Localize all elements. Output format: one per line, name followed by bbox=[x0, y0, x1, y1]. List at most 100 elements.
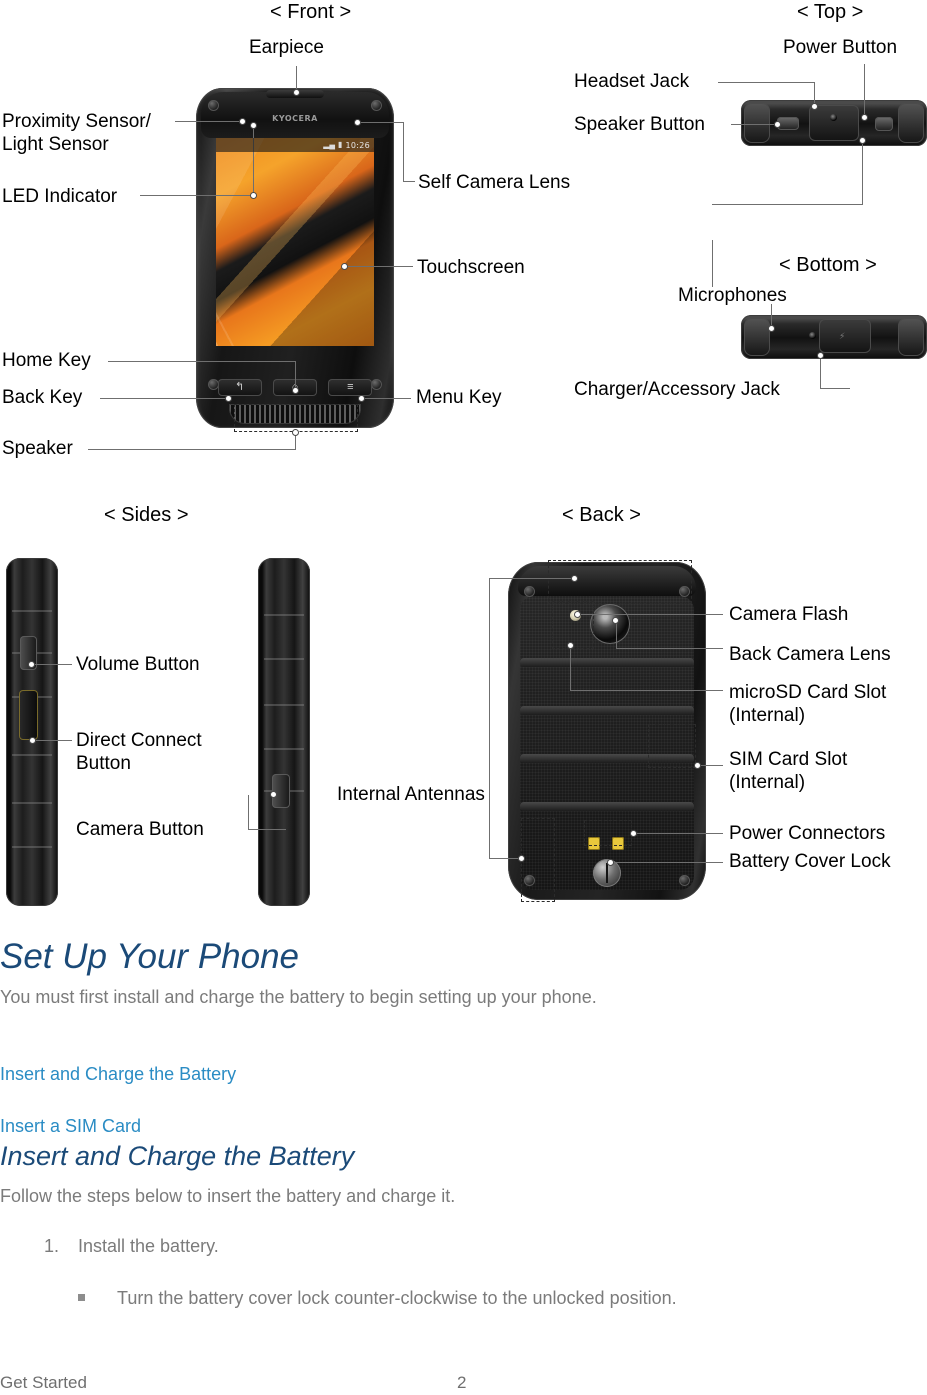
proximity-point bbox=[239, 118, 246, 125]
top-view-title: < Top > bbox=[797, 1, 864, 23]
direct-connect-point bbox=[29, 737, 36, 744]
speaker-button-point bbox=[774, 121, 781, 128]
headset-jack-plate bbox=[809, 105, 859, 141]
earpiece-point bbox=[293, 89, 300, 96]
right-side-rib-4 bbox=[264, 748, 304, 750]
antenna-point-top bbox=[571, 575, 578, 582]
homekey-leader-v bbox=[295, 361, 296, 390]
label-headset-jack: Headset Jack bbox=[574, 71, 690, 92]
screw-top-left bbox=[208, 100, 219, 111]
menu-lines-icon: ≡ bbox=[347, 380, 354, 393]
selfcam-leader-h2 bbox=[403, 181, 415, 182]
selfcam-leader-v bbox=[403, 122, 404, 181]
power-connectors-box bbox=[584, 820, 632, 846]
label-sim-card-slot: SIM Card Slot (Internal) bbox=[729, 749, 848, 793]
kyocera-logo: KYOCERA bbox=[272, 114, 318, 123]
microsd-leader-h bbox=[570, 690, 723, 691]
bottom-edge-cap-right bbox=[898, 318, 924, 356]
back-screw-br bbox=[679, 875, 690, 886]
label-power-connectors: Power Connectors bbox=[729, 823, 886, 844]
camera-button-leader-h bbox=[248, 829, 286, 830]
back-camera-point bbox=[612, 617, 619, 624]
selfcam-point bbox=[354, 119, 361, 126]
direct-connect-button[interactable] bbox=[19, 690, 38, 740]
microsd-slot-box bbox=[552, 601, 594, 649]
power-button[interactable] bbox=[875, 117, 893, 131]
label-speaker-button: Speaker Button bbox=[574, 114, 705, 135]
back-camera-leader-v bbox=[616, 620, 617, 649]
label-self-camera-lens: Self Camera Lens bbox=[418, 172, 571, 193]
menukey-leader bbox=[361, 398, 411, 399]
substep-bullet-icon bbox=[78, 1294, 85, 1301]
back-arrow-icon: ↰ bbox=[235, 380, 245, 393]
right-side-rib-2 bbox=[264, 658, 304, 660]
antenna-leader-bottom-h bbox=[489, 858, 521, 859]
back-band-1 bbox=[520, 658, 694, 667]
homekey-leader-h bbox=[108, 361, 296, 362]
label-volume-button: Volume Button bbox=[76, 654, 200, 675]
touchscreen-point bbox=[341, 263, 348, 270]
speaker-leader-h bbox=[88, 449, 296, 450]
antenna-leader-top-h bbox=[489, 578, 574, 579]
mic-link-point bbox=[859, 137, 866, 144]
right-side-illustration bbox=[258, 558, 310, 906]
back-key-button[interactable]: ↰ bbox=[217, 378, 262, 396]
label-back-key: Back Key bbox=[2, 387, 83, 408]
sides-view-title: < Sides > bbox=[104, 504, 189, 526]
menukey-point bbox=[358, 395, 365, 402]
label-speaker: Speaker bbox=[2, 438, 73, 459]
page-title: Set Up Your Phone bbox=[0, 937, 300, 976]
label-back-camera-lens: Back Camera Lens bbox=[729, 644, 891, 665]
camera-button-point bbox=[270, 791, 277, 798]
label-battery-cover-lock: Battery Cover Lock bbox=[729, 851, 891, 872]
usb-icon: ⚡ bbox=[839, 331, 846, 341]
section-intro-paragraph: Follow the steps below to insert the bat… bbox=[0, 1186, 456, 1206]
microphones-leader-v-upper bbox=[712, 240, 713, 287]
battery-lock-leader bbox=[611, 862, 723, 863]
label-camera-flash: Camera Flash bbox=[729, 604, 849, 625]
back-screw-tl bbox=[524, 586, 535, 597]
power-button-point bbox=[861, 114, 868, 121]
label-direct-connect-button: Direct Connect Button bbox=[76, 730, 202, 774]
homekey-point bbox=[292, 387, 299, 394]
toc-link-insert-sim-card[interactable]: Insert a SIM Card bbox=[0, 1115, 141, 1138]
right-side-rib-1 bbox=[264, 614, 304, 616]
menu-key-button[interactable]: ≡ bbox=[328, 378, 373, 396]
bottom-edge-illustration: ⚡ bbox=[741, 315, 927, 359]
sim-point bbox=[694, 762, 701, 769]
label-menu-key: Menu Key bbox=[416, 387, 502, 408]
toc-link-insert-charge-battery[interactable]: Insert and Charge the Battery bbox=[0, 1063, 236, 1086]
antenna-box-top bbox=[548, 560, 692, 604]
step-text: Install the battery. bbox=[78, 1236, 219, 1256]
substep-text: Turn the battery cover lock counter-cloc… bbox=[117, 1288, 677, 1308]
section-heading: Insert and Charge the Battery bbox=[0, 1141, 355, 1171]
battery-icon: ▮ bbox=[338, 140, 343, 149]
mic-link-v-right bbox=[862, 140, 863, 204]
backkey-point bbox=[225, 395, 232, 402]
led-point-bottom bbox=[250, 192, 257, 199]
left-side-rib-1 bbox=[12, 610, 52, 612]
microphone-point bbox=[768, 325, 775, 332]
camera-flash-point bbox=[574, 611, 581, 618]
intro-paragraph: You must first install and charge the ba… bbox=[0, 987, 597, 1007]
charger-jack-leader-v bbox=[820, 356, 821, 389]
back-camera-lens bbox=[590, 604, 630, 644]
footer-section-name: Get Started bbox=[0, 1373, 87, 1392]
charger-jack-point bbox=[817, 352, 824, 359]
headset-jack-hole bbox=[830, 114, 837, 121]
charger-jack-leader-h bbox=[820, 388, 850, 389]
volume-button-point bbox=[28, 661, 35, 668]
screw-top-right bbox=[371, 100, 382, 111]
proximity-leader bbox=[175, 121, 242, 122]
led-point-top bbox=[250, 122, 257, 129]
status-bar: ▂▄ ▮ 10:26 bbox=[216, 138, 374, 152]
power-connectors-leader bbox=[634, 833, 723, 834]
antenna-point-bottom bbox=[518, 855, 525, 862]
led-leader-h bbox=[140, 195, 254, 196]
camera-flash-leader bbox=[578, 614, 723, 615]
label-proximity-sensor: Proximity Sensor/ Light Sensor bbox=[2, 111, 151, 155]
top-edge-cap-left bbox=[744, 103, 770, 143]
backkey-leader bbox=[100, 398, 228, 399]
front-view-title: < Front > bbox=[270, 1, 352, 23]
front-touchscreen: ▂▄ ▮ 10:26 bbox=[216, 138, 374, 346]
